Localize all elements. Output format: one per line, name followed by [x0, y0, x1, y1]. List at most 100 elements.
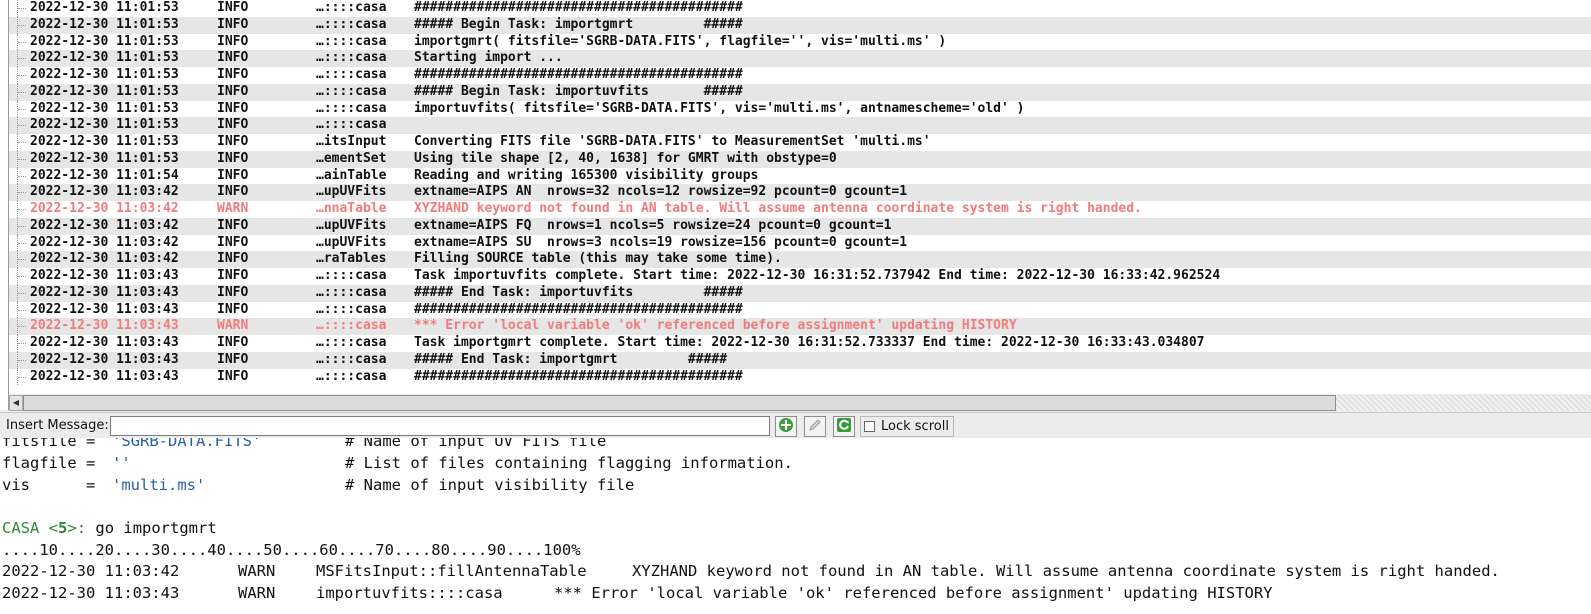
log-row[interactable]: 2022-12-30 11:03:42 WARN …nnaTable XYZHAND … [9, 201, 1591, 218]
log-row[interactable]: 2022-12-30 11:03:43 WARN …::::casa *** Erro… [9, 318, 1591, 335]
log-row[interactable]: 2022-12-30 11:01:53 INFO …::::casa ########… [9, 67, 1591, 84]
warn-datetime: 2022-12-30 11:03:43 [2, 584, 180, 602]
casa-terminal[interactable]: fitsfile = 'SGRB-DATA.FITS' # Name of in… [0, 438, 1591, 614]
prompt-open: < [48, 519, 59, 537]
tree-connector [17, 33, 28, 51]
log-datetime: 2022-12-30 11:03:42 [30, 234, 179, 250]
log-row[interactable]: 2022-12-30 11:01:53 INFO …::::casa Starting… [9, 50, 1591, 67]
log-message: ##### End Task: importuvfits ##### [414, 284, 743, 300]
edit-message-button[interactable] [804, 416, 826, 437]
param-value: 'multi.ms' [112, 476, 206, 494]
lock-scroll-checkbox[interactable] [864, 421, 875, 432]
log-level: INFO [217, 33, 249, 49]
log-datetime: 2022-12-30 11:03:42 [30, 217, 179, 233]
log-row[interactable]: 2022-12-30 11:01:53 INFO …::::casa ##### Be… [9, 16, 1591, 34]
log-datetime: 2022-12-30 11:01:53 [30, 100, 179, 116]
log-row[interactable]: 2022-12-30 11:03:43 INFO …::::casa ##### En… [9, 284, 1591, 302]
log-level: INFO [217, 0, 249, 15]
log-level: INFO [217, 67, 249, 82]
log-message: Task importuvfits complete. Start time: … [414, 268, 1221, 283]
log-row[interactable]: 2022-12-30 11:01:53 INFO …::::casa importuv… [9, 100, 1591, 118]
pencil-icon [807, 417, 823, 437]
param-comment: # Name of input UV FITS file [345, 438, 607, 450]
log-message: extname=AIPS SU nrows=3 ncols=19 rowsize… [414, 234, 908, 250]
tree-connector [17, 301, 28, 319]
prompt-number: 5 [58, 519, 68, 537]
log-level: INFO [217, 351, 249, 367]
tree-connector [17, 251, 28, 268]
log-table[interactable]: 2022-12-30 11:01:53 INFO …::::casa ########… [9, 0, 1591, 394]
log-row[interactable]: 2022-12-30 11:03:42 INFO …raTables Filling … [9, 251, 1591, 268]
log-row[interactable]: 2022-12-30 11:01:53 INFO …itsInput Converti… [9, 134, 1591, 151]
log-datetime: 2022-12-30 11:01:53 [30, 67, 179, 82]
add-message-button[interactable] [775, 416, 797, 437]
log-level: INFO [217, 335, 249, 350]
log-row[interactable]: 2022-12-30 11:03:42 INFO …upUVFits extname=… [9, 234, 1591, 252]
param-name: vis = [2, 476, 96, 494]
log-datetime: 2022-12-30 11:03:43 [30, 318, 179, 334]
log-row[interactable]: 2022-12-30 11:03:42 INFO …upUVFits extname=… [9, 184, 1591, 201]
terminal-progress: ....10....20....30....40....50....60....… [2, 541, 581, 559]
log-row[interactable]: 2022-12-30 11:03:43 INFO …::::casa Task imp… [9, 268, 1591, 285]
insert-message-label: Insert Message: [6, 418, 109, 433]
log-origin: …::::casa [316, 268, 387, 283]
warn-message: XYZHAND keyword not found in AN table. W… [632, 562, 1500, 580]
log-message: ##### Begin Task: importuvfits ##### [414, 83, 743, 99]
log-row[interactable]: 2022-12-30 11:01:53 INFO …::::casa ##### Be… [9, 83, 1591, 101]
log-row[interactable]: 2022-12-30 11:03:43 INFO …::::casa ########… [9, 301, 1591, 319]
log-datetime: 2022-12-30 11:01:53 [30, 134, 179, 149]
log-origin: …itsInput [316, 134, 387, 149]
log-row[interactable]: 2022-12-30 11:03:42 INFO …upUVFits extname=… [9, 217, 1591, 235]
scroll-left-arrow-icon[interactable]: ◀ [9, 395, 23, 411]
log-row[interactable]: 2022-12-30 11:01:53 INFO …::::casa importgm… [9, 33, 1591, 51]
log-message: Reading and writing 165300 visibility gr… [414, 167, 759, 183]
log-origin: …::::casa [316, 284, 387, 300]
log-datetime: 2022-12-30 11:03:43 [30, 284, 179, 300]
log-origin: …ainTable [316, 167, 387, 183]
tree-connector [17, 0, 28, 17]
log-datetime: 2022-12-30 11:01:53 [30, 117, 179, 133]
horizontal-scrollbar[interactable]: ◀ [9, 395, 1591, 411]
log-level: INFO [217, 117, 249, 133]
scrollbar-thumb[interactable] [23, 395, 1336, 411]
log-datetime: 2022-12-30 11:03:43 [30, 268, 179, 283]
tree-connector [17, 201, 28, 218]
tree-connector [17, 134, 28, 151]
log-level: INFO [217, 368, 249, 384]
lock-scroll-toggle[interactable]: Lock scroll [860, 416, 954, 437]
log-message: Task importgmrt complete. Start time: 20… [414, 335, 1205, 350]
log-level: INFO [217, 16, 249, 32]
refresh-button[interactable] [833, 416, 855, 437]
log-row[interactable]: 2022-12-30 11:01:53 INFO …::::casa ########… [9, 0, 1591, 17]
log-origin: …::::casa [316, 318, 387, 334]
log-row[interactable]: 2022-12-30 11:01:53 INFO …ementSet Using ti… [9, 150, 1591, 168]
log-level: INFO [217, 301, 249, 317]
log-datetime: 2022-12-30 11:03:43 [30, 351, 179, 367]
log-message: ########################################… [414, 301, 743, 317]
log-message: ########################################… [414, 368, 743, 384]
log-row[interactable]: 2022-12-30 11:03:43 INFO …::::casa Task imp… [9, 335, 1591, 352]
log-origin: …upUVFits [316, 234, 387, 250]
log-row[interactable]: 2022-12-30 11:03:43 INFO …::::casa ########… [9, 368, 1591, 386]
toolbar-filler [954, 413, 1591, 439]
left-edge-strip [0, 0, 9, 410]
log-message: ########################################… [414, 0, 743, 15]
log-row[interactable]: 2022-12-30 11:01:54 INFO …ainTable Reading … [9, 167, 1591, 185]
insert-message-toolbar: Insert Message: Lock scroll [0, 412, 1591, 439]
log-message: Starting import ... [414, 50, 563, 66]
warn-origin: importuvfits::::casa [316, 584, 503, 602]
tree-connector [17, 318, 28, 335]
warn-level: WARN [238, 562, 276, 580]
insert-message-input[interactable] [110, 416, 770, 436]
log-row[interactable]: 2022-12-30 11:01:53 INFO …::::casa [9, 117, 1591, 134]
tree-connector [17, 50, 28, 67]
log-level: WARN [217, 318, 249, 334]
log-message: extname=AIPS AN nrows=32 ncols=12 rowsiz… [414, 184, 908, 200]
casa-logger-window: 2022-12-30 11:01:53 INFO …::::casa ########… [0, 0, 1591, 439]
param-value: '' [112, 454, 131, 472]
tree-connector [17, 117, 28, 134]
log-row[interactable]: 2022-12-30 11:03:43 INFO …::::casa ##### En… [9, 351, 1591, 369]
log-level: INFO [217, 184, 249, 200]
scrollbar-track[interactable] [1336, 395, 1591, 411]
terminal-warn-line-2: 2022-12-30 11:03:43 WARN importuvfits:::… [2, 583, 1273, 605]
